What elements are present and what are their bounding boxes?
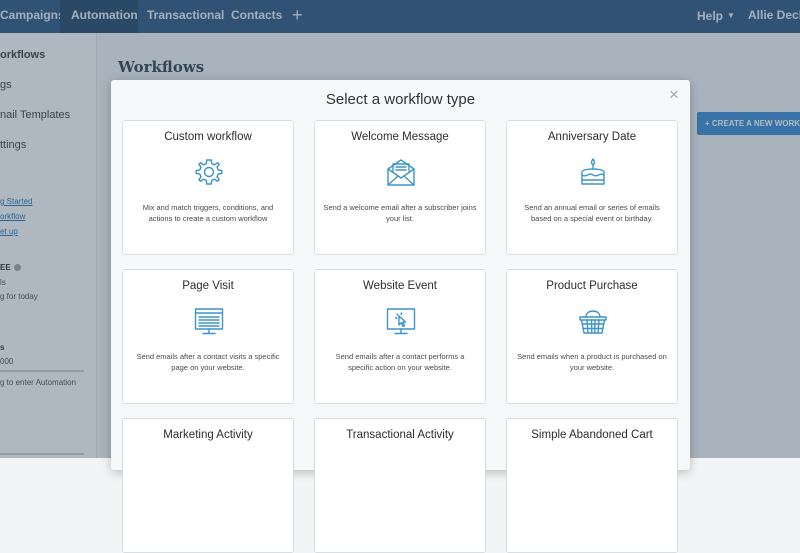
card-title: Custom workflow bbox=[164, 131, 252, 143]
card-custom-workflow[interactable]: Custom workflow Mix and match triggers, … bbox=[122, 120, 294, 255]
modal-title: Select a workflow type bbox=[325, 91, 476, 108]
card-marketing-activity[interactable]: Marketing Activity bbox=[122, 418, 294, 553]
cake-icon bbox=[581, 158, 605, 185]
basket-icon bbox=[579, 310, 607, 334]
card-title: Welcome Message bbox=[351, 131, 449, 143]
card-simple-abandoned-cart[interactable]: Simple Abandoned Cart bbox=[506, 418, 678, 553]
card-title: Product Purchase bbox=[546, 280, 638, 292]
card-description: Send a welcome email after a subscriber … bbox=[323, 203, 477, 223]
card-title: Simple Abandoned Cart bbox=[531, 429, 653, 441]
card-title: Marketing Activity bbox=[163, 429, 253, 441]
card-product-purchase[interactable]: Product Purchase Send emails when a prod… bbox=[506, 269, 678, 404]
card-title: Transactional Activity bbox=[346, 429, 454, 441]
card-title: Page Visit bbox=[182, 280, 234, 292]
card-description: Send emails after a contact performs a s… bbox=[335, 352, 465, 372]
close-icon[interactable]: × bbox=[667, 86, 681, 103]
card-welcome-message[interactable]: Welcome Message Send a welcome email aft… bbox=[314, 120, 486, 255]
webpage-icon bbox=[194, 308, 224, 335]
card-website-event[interactable]: Website Event Send emails after a contac… bbox=[314, 269, 486, 404]
card-title: Anniversary Date bbox=[547, 131, 637, 143]
card-description: Send emails after a contact visits a spe… bbox=[136, 352, 280, 372]
card-title: Website Event bbox=[363, 280, 437, 292]
card-anniversary-date[interactable]: Anniversary Date Send an annual email or… bbox=[506, 120, 678, 255]
gear-icon bbox=[195, 159, 223, 185]
card-transactional-activity[interactable]: Transactional Activity bbox=[314, 418, 486, 553]
envelope-icon bbox=[387, 159, 415, 186]
monitor-cursor-icon bbox=[386, 308, 416, 335]
card-description: Send emails when a product is purchased … bbox=[517, 352, 667, 372]
card-description: Send an annual email or series of emails… bbox=[524, 203, 660, 223]
card-description: Mix and match triggers, conditions, and … bbox=[142, 203, 274, 223]
card-page-visit[interactable]: Page Visit Send emails after a contact v… bbox=[122, 269, 294, 404]
workflow-type-modal: Select a workflow type × Custom workflow… bbox=[111, 80, 690, 553]
